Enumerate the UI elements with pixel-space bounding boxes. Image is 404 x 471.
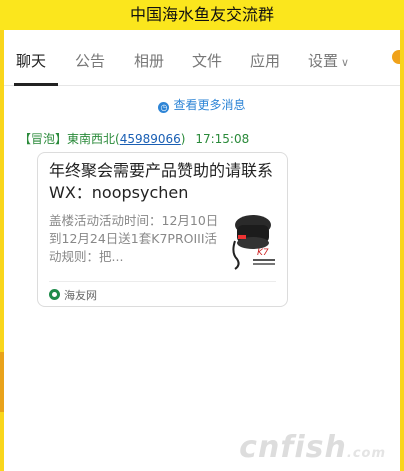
svg-text:K7: K7 [257, 248, 269, 258]
message-header: 【冒泡】東南西北(45989066) 17:15:08 [19, 132, 250, 146]
chevron-down-icon: ∨ [341, 56, 350, 69]
active-tab-indicator [14, 83, 58, 86]
shared-link-card[interactable]: 年终聚会需要产品赞助的请联系WX：noopsychen 盖楼活动活动时间：12月… [37, 152, 288, 307]
window-title: 中国海水鱼友交流群 [129, 5, 274, 24]
view-more-messages-link[interactable]: ◷ 查看更多消息 [0, 96, 404, 113]
tab-bar: 聊天 公告 相册 文件 应用 设置 ∨ [4, 30, 400, 86]
tab-chat[interactable]: 聊天 [16, 50, 46, 71]
sender-qq-link[interactable]: 45989066 [120, 132, 181, 146]
window-title-bar: 中国海水鱼友交流群 [0, 0, 404, 30]
activity-badge: 【冒泡】 [19, 132, 68, 146]
card-title: 年终聚会需要产品赞助的请联系WX：noopsychen [49, 161, 274, 202]
frame-notch [0, 352, 4, 412]
watermark: cnfish.com [239, 430, 386, 465]
source-logo-icon [49, 289, 60, 300]
card-divider [49, 281, 276, 282]
tab-files[interactable]: 文件 [192, 50, 222, 71]
product-thumbnail: K7 [227, 209, 279, 271]
sender-name[interactable]: 東南西北 [67, 132, 115, 146]
overflow-icon[interactable] [392, 50, 400, 64]
tab-apps[interactable]: 应用 [250, 50, 280, 71]
tab-settings[interactable]: 设置 ∨ [308, 50, 349, 71]
history-clock-icon: ◷ [158, 102, 170, 113]
message-time: 17:15:08 [195, 132, 250, 146]
tab-album[interactable]: 相册 [134, 50, 164, 71]
card-description: 盖楼活动活动时间：12月10日到12月24日送1套K7PROIII活动规则：把.… [49, 213, 219, 264]
card-source: 海友网 [49, 287, 97, 303]
tab-announcements[interactable]: 公告 [75, 50, 105, 71]
